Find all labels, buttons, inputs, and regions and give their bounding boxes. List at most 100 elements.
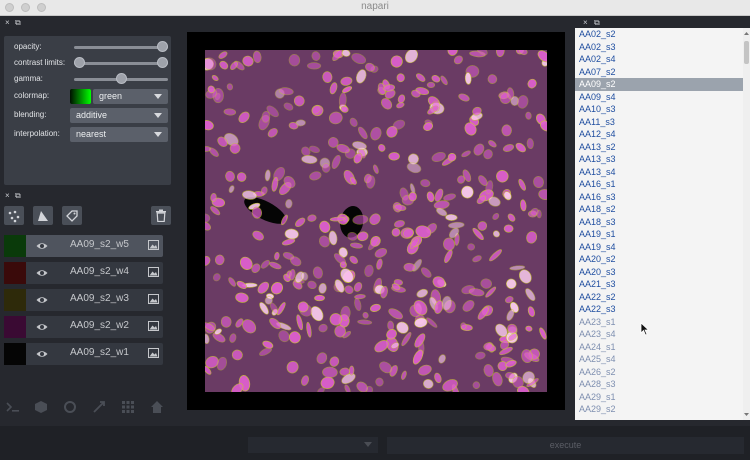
cube-icon [34,400,47,413]
console-icon [5,401,19,412]
grid-view-button[interactable] [119,398,136,415]
list-item[interactable]: AA29_s1 [575,391,743,404]
home-button[interactable] [148,398,165,415]
list-item[interactable]: AA24_s1 [575,341,743,354]
list-item[interactable]: AA20_s2 [575,253,743,266]
list-item[interactable]: AA02_s4 [575,53,743,66]
list-item[interactable]: AA16_s1 [575,178,743,191]
list-item[interactable]: AA02_s2 [575,28,743,41]
new-points-layer-button[interactable] [4,206,24,225]
opacity-slider-track [74,46,168,49]
viewer-buttons [0,394,178,422]
viewer-canvas[interactable] [187,32,565,410]
list-item[interactable]: AA22_s3 [575,303,743,316]
tag-icon [66,209,78,222]
delete-layer-button[interactable] [151,206,171,225]
contrast-limits-track [74,62,168,65]
dock-close-icon[interactable]: × [5,18,10,27]
layer-row[interactable]: AA09_s2_w1 [4,343,163,365]
execute-button[interactable]: execute [387,437,744,454]
new-labels-layer-button[interactable] [62,206,82,225]
grid-icon [121,400,134,413]
gamma-slider-handle[interactable] [115,73,127,84]
ndisplay-button[interactable] [32,398,49,415]
roll-icon [63,400,76,413]
eye-icon[interactable] [36,267,48,279]
list-item[interactable]: AA02_s3 [575,41,743,54]
list-item[interactable]: AA09_s4 [575,91,743,104]
contrast-low-handle[interactable] [74,57,85,68]
eye-icon[interactable] [36,348,48,360]
dock-float-icon[interactable]: ⧉ [15,18,21,28]
list-item[interactable]: AA22_s2 [575,291,743,304]
list-dock-close-icon[interactable]: × [583,18,588,27]
transpose-dims-button[interactable] [90,398,107,415]
layer-controls-panel: opacity: contrast limits: gamma: colorma… [4,36,171,185]
list-item[interactable]: AA13_s4 [575,166,743,179]
layer-list-close-icon[interactable]: × [5,191,10,200]
layer-list-float-icon[interactable]: ⧉ [15,191,21,201]
console-button[interactable] [4,398,21,415]
list-item[interactable]: AA19_s1 [575,228,743,241]
interpolation-select[interactable]: nearest [70,127,168,142]
opacity-slider-handle[interactable] [157,41,168,52]
layer-row[interactable]: AA09_s2_w2 [4,316,163,338]
list-item[interactable]: AA16_s3 [575,191,743,204]
colormap-select[interactable]: green [93,89,168,104]
list-item[interactable]: AA19_s4 [575,241,743,254]
contrast-high-handle[interactable] [157,57,168,68]
layer-name: AA09_s2_w2 [70,320,129,331]
list-item[interactable]: AA09_s2 [575,78,743,91]
eye-icon[interactable] [36,240,48,252]
layer-row[interactable]: AA09_s2_w5 [4,235,163,257]
scroll-down-icon[interactable] [743,411,750,418]
microscopy-image [205,50,547,392]
scrollbar-thumb[interactable] [744,41,749,64]
opacity-label: opacity: [14,42,42,51]
list-item[interactable]: AA29_s2 [575,403,743,416]
roll-dims-button[interactable] [61,398,78,415]
list-item[interactable]: AA13_s2 [575,141,743,154]
list-item[interactable]: AA26_s2 [575,366,743,379]
opacity-slider[interactable] [74,40,168,54]
image-layer-icon [148,267,159,277]
image-layer-icon [148,240,159,250]
layer-row[interactable]: AA09_s2_w4 [4,262,163,284]
blending-select[interactable]: additive [70,108,168,123]
list-item[interactable]: AA13_s3 [575,153,743,166]
new-shapes-layer-button[interactable] [33,206,53,225]
list-dock-float-icon[interactable]: ⧉ [594,18,600,28]
image-layer-icon [148,294,159,304]
colormap-label: colormap: [14,91,50,100]
list-item[interactable]: AA18_s3 [575,216,743,229]
list-item[interactable]: AA23_s4 [575,328,743,341]
list-item[interactable]: AA12_s4 [575,128,743,141]
list-item[interactable]: AA28_s3 [575,378,743,391]
layer-name: AA09_s2_w1 [70,347,129,358]
eye-icon[interactable] [36,294,48,306]
scroll-up-icon[interactable] [743,30,750,37]
list-item[interactable]: AA18_s2 [575,203,743,216]
list-item[interactable]: AA11_s3 [575,116,743,129]
list-item[interactable]: AA20_s3 [575,266,743,279]
layer-thumbnail [4,235,26,257]
eye-icon[interactable] [36,321,48,333]
list-item[interactable]: AA07_s2 [575,66,743,79]
file-list[interactable]: AA02_s2 AA02_s3 AA02_s4 AA07_s2 AA09_s2 AA09_… [575,28,743,420]
contrast-limits-slider[interactable] [74,56,168,70]
interpolation-value: nearest [76,129,107,139]
list-item[interactable]: AA23_s1 [575,316,743,329]
gamma-slider[interactable] [74,72,168,86]
list-item[interactable]: AA21_s3 [575,278,743,291]
list-item[interactable]: AA25_s4 [575,353,743,366]
file-list-scrollbar[interactable] [743,28,750,420]
app-window: × ⧉ opacity: contrast limits: gamma: col… [0,16,750,460]
list-item[interactable]: AA10_s3 [575,103,743,116]
transpose-icon [92,400,105,413]
title-bar: napari [0,0,750,16]
interpolation-label: interpolation: [14,129,60,138]
home-icon [150,400,163,413]
layer-row[interactable]: AA09_s2_w3 [4,289,163,311]
blending-value: additive [76,110,108,120]
plugin-select[interactable] [248,437,378,453]
